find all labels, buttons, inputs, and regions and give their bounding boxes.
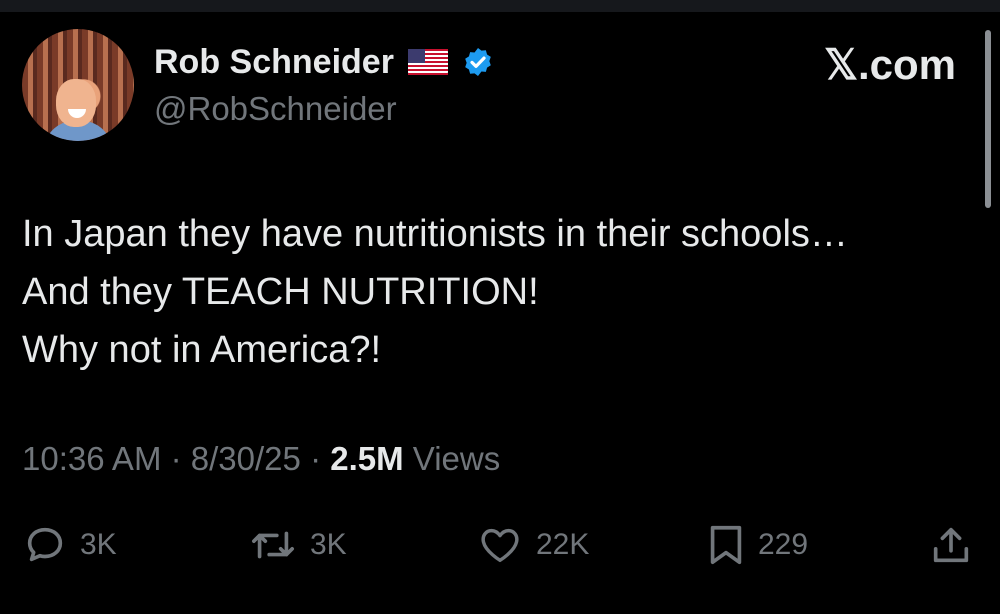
reply-button[interactable]: 3K — [22, 520, 117, 570]
tweet-line: And they TEACH NUTRITION! — [22, 271, 539, 313]
avatar[interactable] — [22, 29, 134, 141]
bookmark-button[interactable]: 229 — [706, 520, 808, 570]
heart-icon — [476, 522, 524, 568]
action-bar: 3K 3K 22K 229 — [22, 520, 982, 570]
tweet-time[interactable]: 10:36 AM — [22, 440, 161, 477]
top-bar — [0, 0, 1000, 12]
views-label: Views — [412, 440, 501, 477]
meta-separator: · — [170, 440, 182, 477]
repost-button[interactable]: 3K — [248, 520, 347, 570]
tweet-meta: 10:36 AM · 8/30/25 · 2.5M Views — [22, 440, 500, 478]
author-handle[interactable]: @RobSchneider — [154, 90, 397, 128]
reply-count: 3K — [80, 528, 117, 561]
tweet-date[interactable]: 8/30/25 — [191, 440, 301, 477]
brand-label: 𝕏.com — [824, 41, 956, 88]
reply-icon — [22, 522, 68, 568]
like-count: 22K — [536, 528, 590, 561]
tweet-line: In Japan they have nutritionists in thei… — [22, 213, 848, 255]
like-button[interactable]: 22K — [476, 520, 589, 570]
scrollbar[interactable] — [985, 30, 991, 208]
meta-separator: · — [310, 440, 322, 477]
bookmark-count: 229 — [758, 528, 809, 561]
share-icon — [928, 522, 974, 568]
tweet-line: Why not in America?! — [22, 329, 382, 371]
us-flag-icon — [407, 49, 448, 75]
avatar-face — [56, 79, 96, 127]
tweet-text: In Japan they have nutritionists in thei… — [22, 205, 972, 379]
share-button[interactable] — [928, 520, 974, 570]
views-count: 2.5M — [330, 440, 404, 477]
repost-count: 3K — [310, 528, 347, 561]
verified-icon[interactable] — [462, 46, 494, 78]
author-name-row: Rob Schneider — [154, 38, 494, 86]
repost-icon — [248, 522, 298, 568]
author-name[interactable]: Rob Schneider — [154, 43, 394, 82]
bookmark-icon — [706, 522, 746, 568]
